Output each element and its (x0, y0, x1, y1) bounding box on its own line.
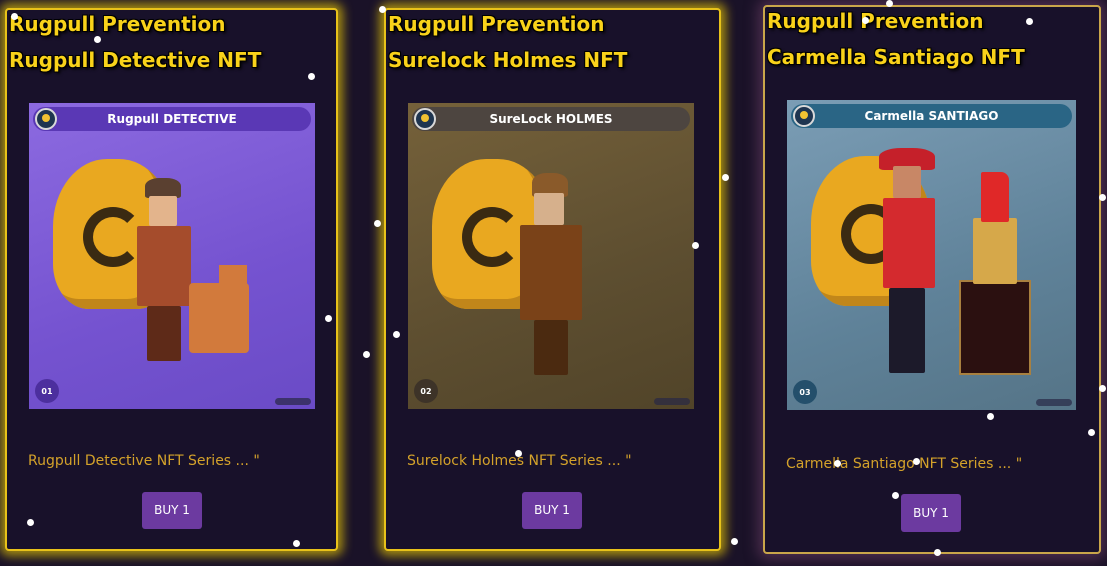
particle-dot (913, 458, 920, 465)
particle-dot (1099, 194, 1106, 201)
artwork-signature (1036, 399, 1072, 406)
particle-dot (886, 0, 893, 7)
lipstick-bullet (981, 172, 1009, 222)
carmella-figure (879, 148, 937, 376)
artwork-signature (654, 398, 690, 405)
particle-dot (325, 315, 332, 322)
dog-figure (189, 265, 249, 353)
detective-logo-icon (793, 105, 815, 127)
card-name: Rugpull Detective NFT (9, 48, 262, 72)
nft-artwork: SureLock HOLMES 02 (408, 103, 694, 409)
artwork-banner: SureLock HOLMES (412, 107, 690, 131)
particle-dot (374, 220, 381, 227)
buy-button[interactable]: BUY 1 (522, 492, 582, 529)
card-name: Carmella Santiago NFT (767, 45, 1025, 69)
nft-card-surelock-holmes: Rugpull Prevention Surelock Holmes NFT S… (384, 8, 721, 551)
nft-artwork: Rugpull DETECTIVE 01 (29, 103, 315, 409)
particle-dot (722, 174, 729, 181)
card-title: Rugpull Prevention (388, 12, 605, 36)
lipstick-base (959, 280, 1031, 375)
artwork-number: 03 (793, 380, 817, 404)
particle-dot (862, 17, 869, 24)
nft-card-rugpull-detective: Rugpull Prevention Rugpull Detective NFT… (5, 8, 338, 551)
particle-dot (308, 73, 315, 80)
lipstick-tube (973, 218, 1017, 284)
artwork-banner: Rugpull DETECTIVE (33, 107, 311, 131)
particle-dot (293, 540, 300, 547)
nft-artwork: Carmella SANTIAGO 03 (787, 100, 1076, 410)
particle-dot (515, 450, 522, 457)
detective-logo-icon (35, 108, 57, 130)
holmes-figure (520, 173, 584, 383)
particle-dot (363, 351, 370, 358)
particle-dot (1099, 385, 1106, 392)
buy-button[interactable]: BUY 1 (142, 492, 202, 529)
particle-dot (379, 6, 386, 13)
artwork-number: 01 (35, 379, 59, 403)
particle-dot (1088, 429, 1095, 436)
particle-dot (692, 242, 699, 249)
particle-dot (834, 460, 841, 467)
particle-dot (27, 519, 34, 526)
card-title: Rugpull Prevention (9, 12, 226, 36)
artwork-number: 02 (414, 379, 438, 403)
particle-dot (393, 331, 400, 338)
card-name: Surelock Holmes NFT (388, 48, 628, 72)
particle-dot (987, 413, 994, 420)
detective-logo-icon (414, 108, 436, 130)
detective-figure (137, 178, 197, 368)
particle-dot (934, 549, 941, 556)
particle-dot (731, 538, 738, 545)
card-description: Rugpull Detective NFT Series ... " (28, 453, 260, 469)
particle-dot (892, 492, 899, 499)
card-title: Rugpull Prevention (767, 9, 984, 33)
card-description: Carmella Santiago NFT Series ... " (786, 456, 1023, 472)
nft-card-carmella-santiago: Rugpull Prevention Carmella Santiago NFT… (763, 5, 1101, 554)
particle-dot (11, 13, 18, 20)
particle-dot (94, 36, 101, 43)
artwork-banner: Carmella SANTIAGO (791, 104, 1072, 128)
particle-dot (1026, 18, 1033, 25)
artwork-signature (275, 398, 311, 405)
buy-button[interactable]: BUY 1 (901, 494, 961, 532)
